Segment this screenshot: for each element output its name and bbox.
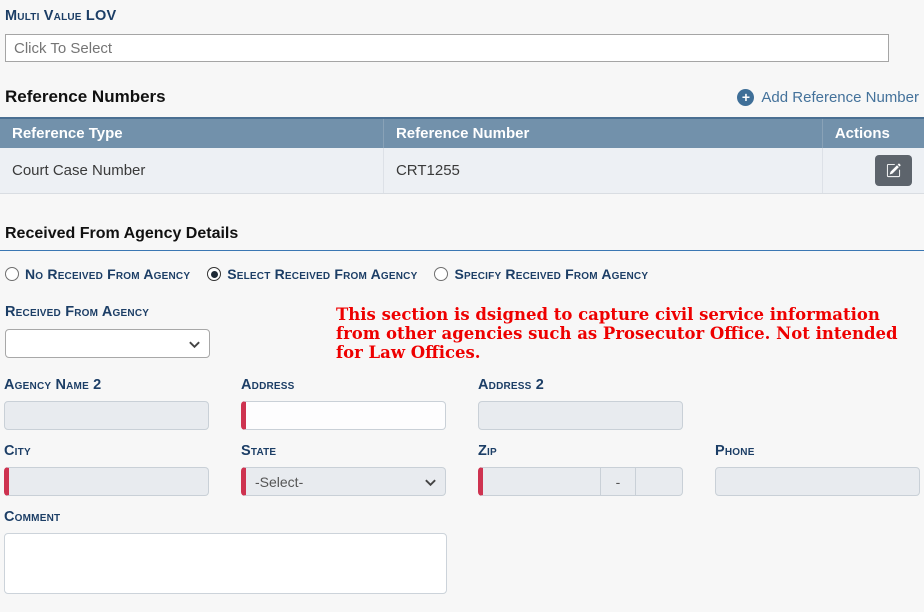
note-line: from other agencies such as Prosecutor O… — [336, 324, 898, 343]
city-label: City — [4, 443, 209, 459]
edit-row-button[interactable] — [875, 155, 912, 186]
table-row: Court Case Number CRT1255 — [0, 148, 924, 194]
reference-numbers-header: Reference Numbers + Add Reference Number — [5, 87, 919, 107]
address-2-input[interactable] — [478, 401, 683, 430]
phone-input[interactable] — [715, 467, 920, 496]
zip-field: Zip - — [478, 443, 683, 496]
chevron-down-icon — [424, 476, 437, 492]
multi-value-lov-section: Multi Value LOV — [5, 8, 924, 62]
state-field: State -Select- — [241, 443, 446, 496]
plus-circle-icon: + — [737, 89, 754, 106]
col-header-reference-number: Reference Number — [383, 118, 822, 148]
phone-field: Phone — [715, 443, 920, 496]
section-divider — [0, 250, 924, 251]
zip-ext-input[interactable] — [636, 468, 682, 495]
address-label: Address — [241, 377, 446, 393]
agency-radio-group: No Received From Agency Select Received … — [5, 266, 919, 282]
received-from-agency-title: Received From Agency Details — [5, 225, 919, 243]
radio-label: Select Received From Agency — [227, 266, 417, 282]
address-input[interactable] — [241, 401, 446, 430]
add-reference-number-label: Add Reference Number — [761, 89, 919, 106]
selected-value: -Select- — [255, 474, 303, 490]
received-from-agency-label: Received From Agency — [5, 304, 336, 320]
multi-value-lov-label: Multi Value LOV — [5, 8, 924, 24]
state-select[interactable]: -Select- — [241, 467, 446, 496]
comment-label: Comment — [4, 509, 924, 525]
radio-specify-received-from-agency[interactable]: Specify Received From Agency — [434, 266, 648, 282]
section-note: This section is dsigned to capture civil… — [336, 304, 898, 362]
pencil-square-icon — [886, 163, 901, 178]
zip-input-group: - — [478, 467, 683, 496]
radio-unselected-icon — [5, 267, 19, 281]
comment-textarea[interactable] — [4, 533, 447, 594]
state-label: State — [241, 443, 446, 459]
note-line: for Law Offices. — [336, 343, 898, 362]
note-line: This section is dsigned to capture civil… — [336, 305, 898, 324]
city-input[interactable] — [4, 467, 209, 496]
radio-select-received-from-agency[interactable]: Select Received From Agency — [207, 266, 417, 282]
zip-separator: - — [600, 468, 636, 495]
received-from-agency-select[interactable] — [5, 329, 210, 358]
address-field: Address — [241, 377, 446, 430]
grid-spacer — [715, 377, 920, 430]
radio-unselected-icon — [434, 267, 448, 281]
comment-field: Comment — [4, 509, 924, 594]
radio-no-received-from-agency[interactable]: No Received From Agency — [5, 266, 190, 282]
zip-input[interactable] — [483, 468, 600, 495]
agency-name-2-input[interactable] — [4, 401, 209, 430]
cell-reference-type: Court Case Number — [0, 148, 383, 194]
received-from-agency-field: Received From Agency — [5, 304, 336, 358]
address-2-label: Address 2 — [478, 377, 683, 393]
cell-actions — [822, 148, 924, 194]
chevron-down-icon — [188, 338, 201, 354]
phone-label: Phone — [715, 443, 920, 459]
agency-name-2-label: Agency Name 2 — [4, 377, 209, 393]
city-field: City — [4, 443, 209, 496]
address-2-field: Address 2 — [478, 377, 683, 430]
add-reference-number-link[interactable]: + Add Reference Number — [737, 89, 919, 106]
col-header-reference-type: Reference Type — [0, 118, 383, 148]
agency-name-2-field: Agency Name 2 — [4, 377, 209, 430]
form-page: Multi Value LOV Reference Numbers + Add … — [0, 0, 924, 612]
agency-select-row: Received From Agency This section is dsi… — [5, 304, 919, 362]
reference-numbers-title: Reference Numbers — [5, 87, 166, 107]
zip-label: Zip — [478, 443, 683, 459]
col-header-actions: Actions — [822, 118, 924, 148]
radio-label: No Received From Agency — [25, 266, 190, 282]
cell-reference-number: CRT1255 — [383, 148, 822, 194]
reference-numbers-table: Reference Type Reference Number Actions … — [0, 117, 924, 194]
radio-selected-icon — [207, 267, 221, 281]
agency-fields-grid: Agency Name 2 Address Address 2 City Sta… — [4, 377, 924, 496]
multi-value-lov-input[interactable] — [5, 34, 889, 62]
radio-label: Specify Received From Agency — [454, 266, 648, 282]
table-header-row: Reference Type Reference Number Actions — [0, 118, 924, 148]
